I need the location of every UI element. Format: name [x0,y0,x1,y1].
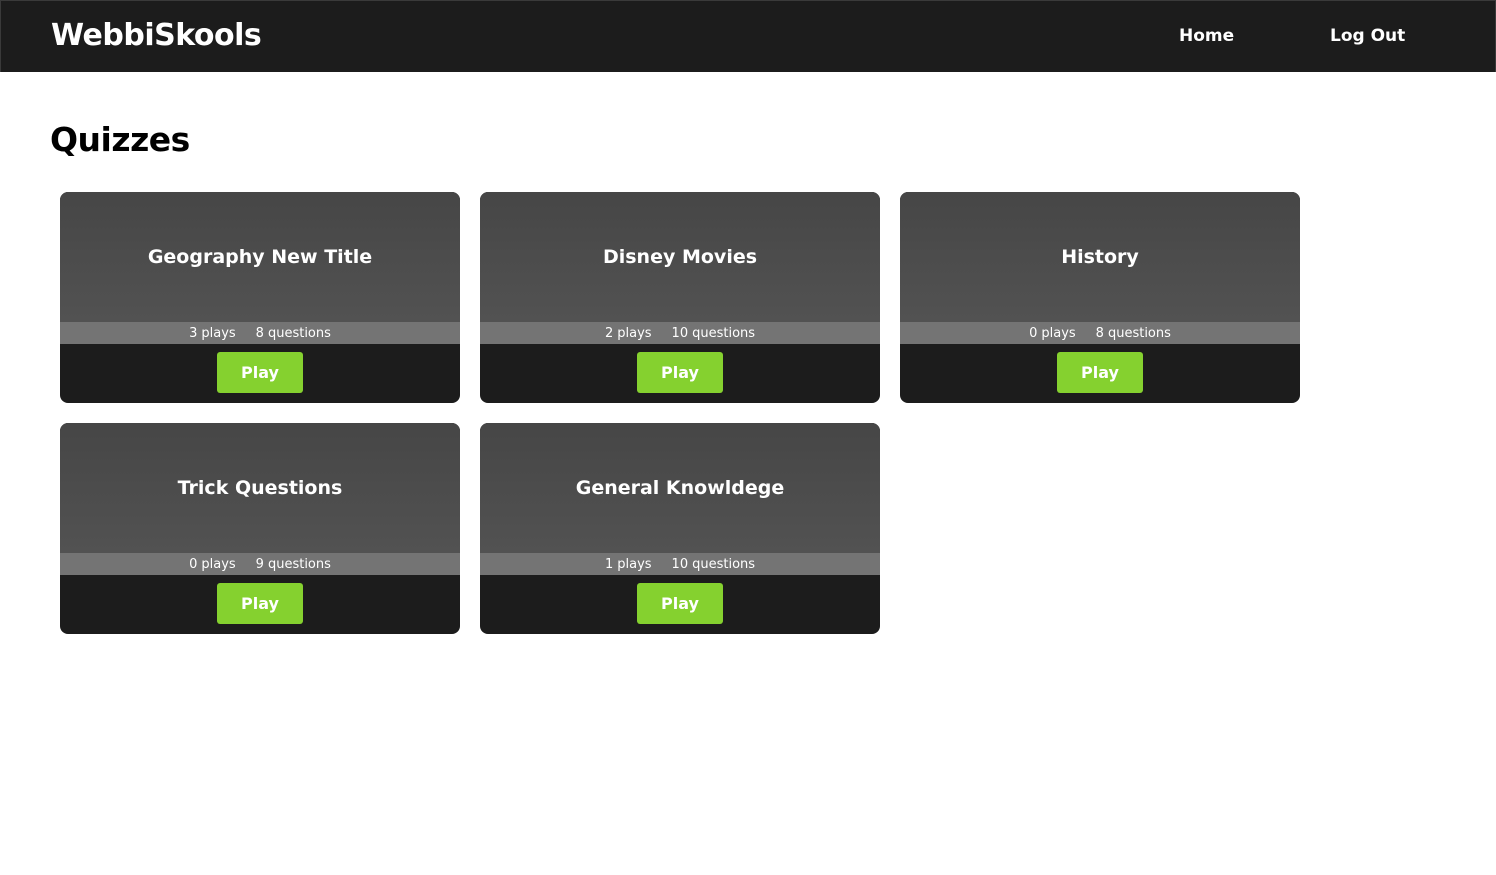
quiz-questions-label: questions [267,556,331,572]
quiz-title: Geography New Title [147,246,373,268]
quiz-questions-count: 9 [255,556,264,572]
quiz-stats: 0 plays 8 questions [900,322,1300,344]
quiz-plays-count: 0 [189,556,198,572]
quiz-plays-label: plays [201,325,236,341]
quiz-card-footer: Play [480,344,880,403]
quiz-card: Disney Movies 2 plays 10 questions Play [480,192,880,403]
quiz-plays-count: 2 [604,325,614,341]
brand-logo[interactable]: WebbiSkools [51,18,262,53]
quiz-questions-count: 8 [255,325,264,341]
quiz-card: History 0 plays 8 questions Play [900,192,1300,403]
quiz-title: Disney Movies [602,246,758,268]
quiz-card-header: General Knowldege [480,423,880,553]
quiz-card: Trick Questions 0 plays 9 questions Play [60,423,460,634]
quiz-title: Trick Questions [177,477,343,499]
quiz-plays-count: 1 [604,556,614,572]
quiz-title: History [1061,246,1139,268]
quiz-plays-label: plays [617,325,652,341]
quiz-plays: 3 plays [189,326,236,341]
quiz-card: General Knowldege 1 plays 10 questions Pla… [480,423,880,634]
quiz-plays: 0 plays [1029,326,1076,341]
quiz-card-footer: Play [900,344,1300,403]
quiz-stats: 2 plays 10 questions [480,322,880,344]
play-button[interactable]: Play [1057,352,1143,393]
quiz-questions-count: 10 [671,325,689,341]
quiz-card-footer: Play [480,575,880,634]
quiz-questions-label: questions [1107,325,1171,341]
quiz-questions: 10 questions [672,326,755,341]
quiz-stats: 3 plays 8 questions [60,322,460,344]
quiz-plays: 1 plays [605,557,652,572]
quiz-grid: Geography New Title 3 plays 8 questions Pl… [60,192,1300,634]
quiz-questions-label: questions [267,325,331,341]
quiz-questions: 9 questions [256,557,331,572]
quiz-plays-label: plays [201,556,236,572]
quiz-questions-count: 8 [1095,325,1104,341]
quiz-questions-label: questions [692,325,756,341]
quiz-questions-count: 10 [671,556,689,572]
play-button[interactable]: Play [637,352,723,393]
play-button[interactable]: Play [217,352,303,393]
nav-home-link[interactable]: Home [1179,26,1234,46]
quiz-plays: 2 plays [605,326,652,341]
quiz-title: General Knowldege [575,477,785,499]
top-navbar: WebbiSkools Home Log Out [0,0,1496,72]
quiz-card-header: Disney Movies [480,192,880,322]
quiz-questions: 10 questions [672,557,755,572]
play-button[interactable]: Play [217,583,303,624]
quiz-plays-count: 3 [189,325,198,341]
quiz-card-footer: Play [60,575,460,634]
quiz-plays-label: plays [1041,325,1076,341]
play-button[interactable]: Play [637,583,723,624]
quiz-stats: 0 plays 9 questions [60,553,460,575]
nav-logout-link[interactable]: Log Out [1330,26,1405,46]
quiz-card-footer: Play [60,344,460,403]
quiz-plays-count: 0 [1029,325,1038,341]
quiz-card: Geography New Title 3 plays 8 questions Pl… [60,192,460,403]
quiz-questions: 8 questions [256,326,331,341]
page-title: Quizzes [50,120,190,159]
quiz-stats: 1 plays 10 questions [480,553,880,575]
quiz-questions: 8 questions [1096,326,1171,341]
quiz-questions-label: questions [692,556,756,572]
quiz-card-header: Trick Questions [60,423,460,553]
quiz-card-header: History [900,192,1300,322]
quiz-plays-label: plays [617,556,652,572]
quiz-card-header: Geography New Title [60,192,460,322]
quiz-plays: 0 plays [189,557,236,572]
